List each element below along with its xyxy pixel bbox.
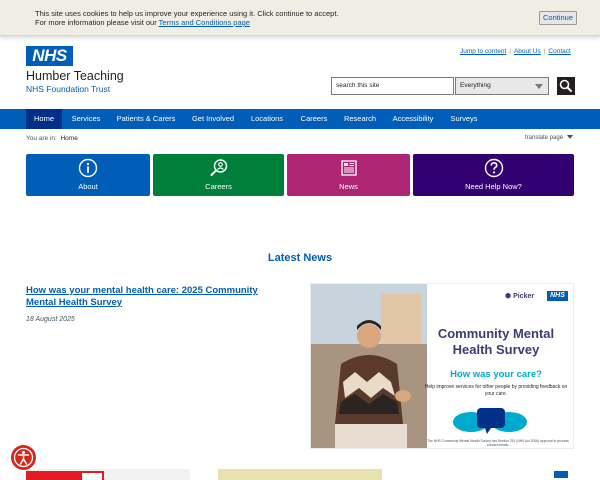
image-footnote: The NHS Community Mental Health Survey h… bbox=[427, 439, 569, 447]
nav-item-home[interactable]: Home bbox=[26, 109, 62, 129]
about-us-link[interactable]: About Us bbox=[514, 48, 541, 55]
search-input[interactable]: search this site bbox=[331, 77, 454, 95]
nav-item-services[interactable]: Services bbox=[64, 109, 108, 129]
tile-label: Careers bbox=[205, 182, 232, 191]
image-body: Help improve services for other people b… bbox=[424, 384, 568, 397]
cookie-continue-button[interactable]: Continue bbox=[539, 11, 577, 25]
cookie-message: This site uses cookies to help us improv… bbox=[35, 9, 339, 27]
cookie-banner: This site uses cookies to help us improv… bbox=[0, 0, 600, 36]
latest-news-heading: Latest News bbox=[267, 252, 333, 264]
card-nhs-logo bbox=[554, 471, 568, 478]
translate-page-dropdown[interactable]: translate page bbox=[525, 135, 574, 141]
nav-item-research[interactable]: Research bbox=[338, 109, 382, 129]
news-article-link[interactable]: How was your mental health care: 2025 Co… bbox=[26, 285, 286, 309]
chevron-down-icon bbox=[535, 84, 543, 89]
contact-link[interactable]: Contact bbox=[548, 48, 570, 55]
nav-item-accessibility[interactable]: Accessibility bbox=[386, 109, 440, 129]
question-icon bbox=[484, 158, 503, 178]
org-subtitle: NHS Foundation Trust bbox=[26, 84, 111, 94]
terms-link[interactable]: Terms and Conditions page bbox=[159, 18, 250, 27]
info-icon bbox=[78, 158, 98, 178]
jump-to-content-link[interactable]: Jump to content bbox=[460, 48, 506, 55]
breadcrumb-home[interactable]: Home bbox=[60, 135, 77, 142]
hsj-awards-logo bbox=[26, 471, 104, 480]
next-news-card[interactable] bbox=[410, 469, 574, 480]
image-nhs-logo: NHS bbox=[547, 291, 568, 301]
picker-logo: ⬢ Picker bbox=[505, 293, 535, 300]
speech-bubbles-icon bbox=[453, 408, 527, 434]
news-date: 18 August 2025 bbox=[26, 316, 75, 323]
nav-item-get-involved[interactable]: Get Involved bbox=[186, 109, 240, 129]
image-heading: Community Mental Health Survey bbox=[437, 326, 555, 357]
nav-item-careers[interactable]: Careers bbox=[294, 109, 334, 129]
next-news-card[interactable] bbox=[26, 469, 190, 480]
accessibility-icon bbox=[13, 447, 34, 468]
chevron-down-icon bbox=[567, 135, 574, 140]
search-scope-value: Everything bbox=[460, 82, 491, 89]
nav-item-patients-carers[interactable]: Patients & Carers bbox=[110, 109, 182, 129]
accessibility-button[interactable] bbox=[11, 445, 36, 470]
main-nav: Home Services Patients & Carers Get Invo… bbox=[0, 109, 600, 129]
tile-label: About bbox=[78, 182, 98, 191]
search-scope-select[interactable]: Everything bbox=[455, 77, 549, 95]
tile-careers[interactable]: Careers bbox=[153, 154, 284, 196]
tile-about[interactable]: About bbox=[26, 154, 150, 196]
tile-need-help-now[interactable]: Need Help Now? bbox=[413, 154, 574, 196]
search-icon bbox=[559, 79, 572, 92]
news-article-image[interactable]: ⬢ Picker NHS Community Mental Health Sur… bbox=[310, 283, 574, 449]
tile-label: Need Help Now? bbox=[465, 182, 522, 191]
nhs-logo[interactable]: NHS bbox=[26, 46, 73, 66]
person-illustration bbox=[311, 284, 427, 448]
nav-item-surveys[interactable]: Surveys bbox=[444, 109, 484, 129]
tile-label: News bbox=[339, 182, 358, 191]
breadcrumb: You are in: Home bbox=[26, 135, 78, 142]
search-button[interactable] bbox=[557, 77, 575, 95]
org-name: Humber Teaching bbox=[26, 69, 124, 83]
nav-item-locations[interactable]: Locations bbox=[244, 109, 290, 129]
search-person-icon bbox=[210, 159, 227, 176]
person-photo bbox=[311, 284, 427, 448]
newspaper-icon bbox=[340, 160, 357, 176]
image-subheading: How was your care? bbox=[450, 369, 542, 380]
next-news-card[interactable] bbox=[218, 469, 382, 480]
utility-links: Jump to content | About Us | Contact bbox=[460, 48, 571, 55]
tile-news[interactable]: News bbox=[287, 154, 410, 196]
